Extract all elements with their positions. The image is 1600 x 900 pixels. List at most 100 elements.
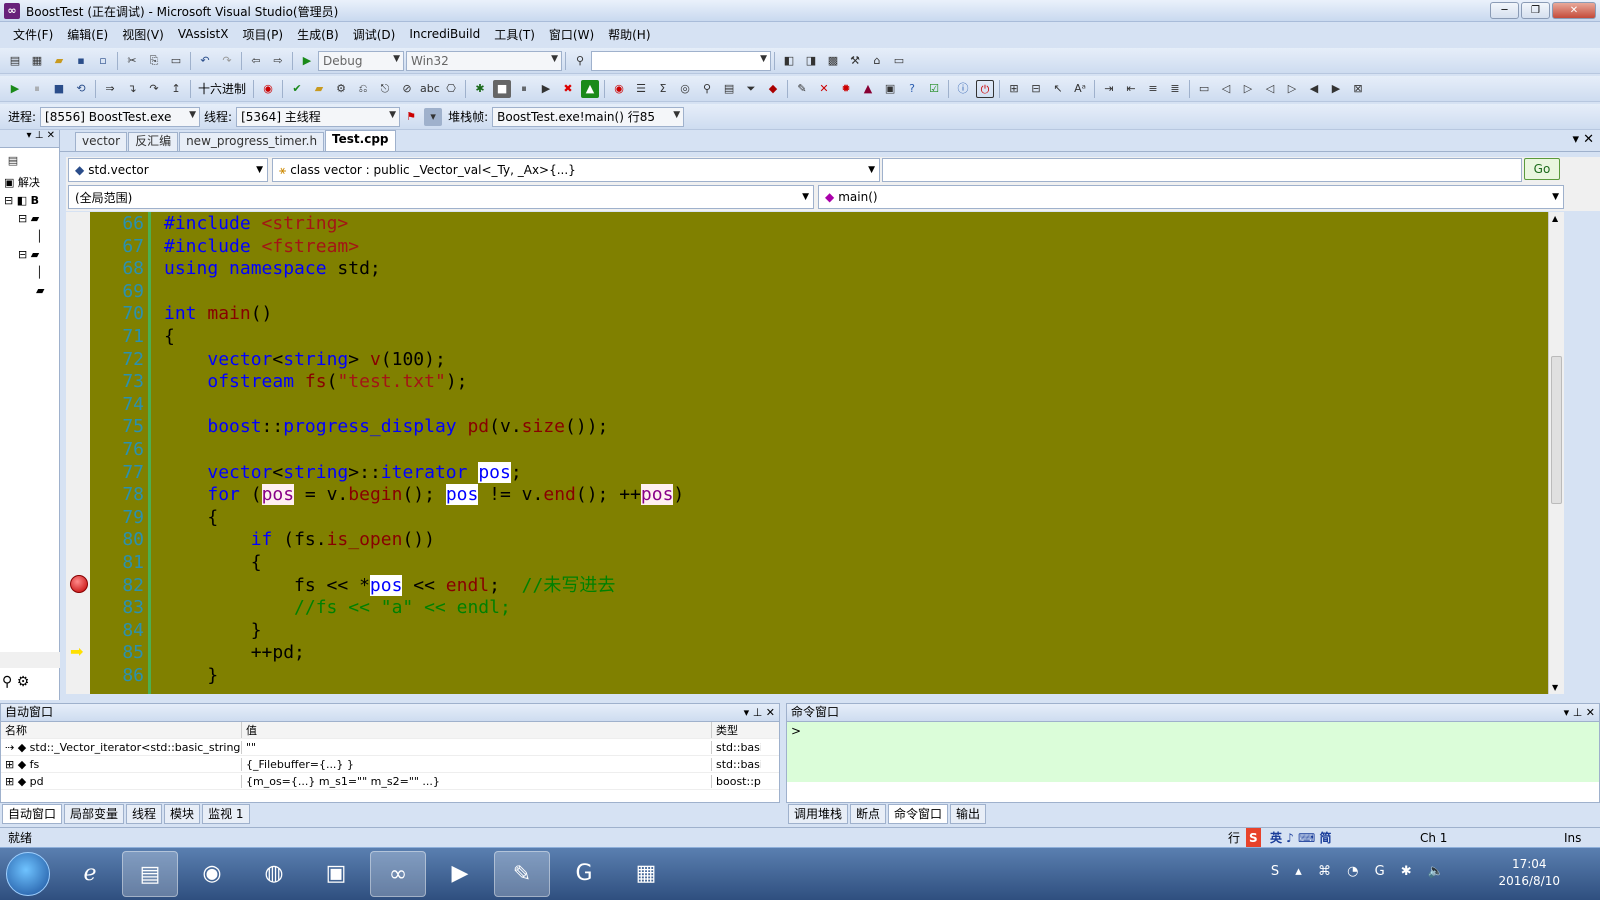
menu-edit[interactable]: 编辑(E) bbox=[60, 26, 115, 43]
object-browser-icon[interactable]: ▩ bbox=[824, 52, 842, 70]
stop-debug-icon[interactable]: ■ bbox=[50, 80, 68, 98]
folder-node-3[interactable]: ▰ bbox=[4, 282, 59, 300]
tab-breakpoints[interactable]: 断点 bbox=[850, 804, 887, 824]
code-line[interactable]: vector<string> v(100); bbox=[164, 349, 445, 371]
maximize-button[interactable]: ❐ bbox=[1521, 2, 1550, 19]
menu-project[interactable]: 项目(P) bbox=[235, 26, 290, 43]
tool-icon-1[interactable]: ◉ bbox=[610, 80, 628, 98]
menu-view[interactable]: 视图(V) bbox=[115, 26, 171, 43]
step-into-icon[interactable]: ↴ bbox=[123, 80, 141, 98]
breakpoint-gutter[interactable] bbox=[66, 212, 90, 694]
code-line[interactable]: for (pos = v.begin(); pos != v.end(); ++… bbox=[164, 484, 684, 506]
wand-icon[interactable]: ✎ bbox=[793, 80, 811, 98]
close-x-icon[interactable]: ✕ bbox=[815, 80, 833, 98]
menu-tools[interactable]: 工具(T) bbox=[487, 26, 542, 43]
tab-locals[interactable]: 局部变量 bbox=[64, 804, 125, 824]
tab-command-window[interactable]: 命令窗口 bbox=[888, 804, 949, 824]
va-icon-3[interactable]: ⚙ bbox=[332, 80, 350, 98]
menu-build[interactable]: 生成(B) bbox=[290, 26, 346, 43]
window-icon[interactable]: ▣ bbox=[881, 80, 899, 98]
paste-icon[interactable]: ▭ bbox=[167, 52, 185, 70]
computer-icon[interactable]: ▣ bbox=[308, 851, 364, 897]
bookmark-icon-2[interactable]: ◁ bbox=[1217, 80, 1235, 98]
incredibuild-cancel-icon[interactable]: ✖ bbox=[559, 80, 577, 98]
code-line[interactable]: #include <fstream> bbox=[164, 236, 359, 258]
va-icon-5[interactable]: ⎋ bbox=[376, 80, 394, 98]
warning-icon[interactable]: ▲ bbox=[859, 80, 877, 98]
process-select[interactable]: [8556] BoostTest.exe ▼ bbox=[40, 106, 201, 127]
break-all-icon[interactable]: ⏸ bbox=[28, 80, 46, 98]
show-next-statement-icon[interactable]: ⇒ bbox=[101, 80, 119, 98]
start-page-icon[interactable]: ⌂ bbox=[868, 52, 886, 70]
breakpoints-window-icon[interactable]: ◉ bbox=[259, 80, 277, 98]
folder-node-1[interactable]: ⊟ ▰ bbox=[4, 210, 59, 228]
properties-small-icon[interactable]: ▤ bbox=[4, 152, 22, 170]
navigate-forward-icon[interactable]: ⇨ bbox=[269, 52, 287, 70]
col-value[interactable]: 值 bbox=[241, 722, 711, 738]
bookmark-icon-6[interactable]: ◀ bbox=[1305, 80, 1323, 98]
stack-frame-select[interactable]: BoostTest.exe!main() 行85 ▼ bbox=[492, 106, 685, 127]
undo-icon[interactable]: ↶ bbox=[196, 52, 214, 70]
va-icon-1[interactable]: ✔ bbox=[288, 80, 306, 98]
bookmark-icon-1[interactable]: ▭ bbox=[1195, 80, 1213, 98]
tool-icon-3[interactable]: Σ bbox=[654, 80, 672, 98]
system-tray[interactable]: S ▴ ⌘ ◔ G ✱ 🔈 bbox=[1271, 864, 1450, 879]
code-line[interactable]: ++pd; bbox=[164, 642, 305, 664]
open-file-icon[interactable]: ▰ bbox=[50, 52, 68, 70]
incredibuild-pause-icon[interactable]: ⏸ bbox=[515, 80, 533, 98]
book-icon[interactable]: ◆ bbox=[764, 80, 782, 98]
tab-new-progress-timer[interactable]: new_progress_timer.h bbox=[179, 132, 325, 151]
redo-icon[interactable]: ↷ bbox=[218, 52, 236, 70]
folder-node-2[interactable]: ⊟ ▰ bbox=[4, 246, 59, 264]
code-line[interactable]: } bbox=[164, 620, 262, 642]
menu-incredibuild[interactable]: IncrediBuild bbox=[402, 27, 487, 41]
code-line[interactable]: vector<string>::iterator pos; bbox=[164, 461, 522, 484]
filter-icon[interactable]: ⏷ bbox=[742, 80, 760, 98]
restart-icon[interactable]: ⟲ bbox=[72, 80, 90, 98]
command-input-area[interactable]: > bbox=[787, 722, 1599, 782]
table-row[interactable]: ⊞ ◆ fs {_Filebuffer={...} } std::basic bbox=[1, 756, 779, 773]
flag-icon[interactable]: ⚑ bbox=[402, 108, 420, 126]
menu-vassistx[interactable]: VAssistX bbox=[171, 27, 236, 41]
comment-icon[interactable]: ≡ bbox=[1144, 80, 1162, 98]
incredibuild-play-icon[interactable]: ▶ bbox=[537, 80, 555, 98]
chrome-icon[interactable]: ◉ bbox=[184, 851, 240, 897]
start-debug-icon[interactable]: ▶ bbox=[298, 52, 316, 70]
go-button[interactable]: Go bbox=[1524, 158, 1560, 180]
editor-vscroll[interactable]: ▲ ▼ bbox=[1548, 212, 1564, 694]
tab-disassembly[interactable]: 反汇编 bbox=[128, 132, 179, 151]
table-row[interactable]: ⊞ ◆ pd {m_os={...} m_s1="" m_s2="" ...} … bbox=[1, 773, 779, 790]
help-icon[interactable]: ? bbox=[903, 80, 921, 98]
tab-watch1[interactable]: 监视 1 bbox=[202, 804, 250, 824]
power-icon[interactable]: ⏻ bbox=[976, 79, 995, 98]
tab-vector[interactable]: vector bbox=[75, 132, 128, 151]
tool-icon-6[interactable]: ▤ bbox=[720, 80, 738, 98]
table-row[interactable]: ⇢ ◆ std::_Vector_iterator<std::basic_str… bbox=[1, 739, 779, 756]
pointer-icon[interactable]: ↖ bbox=[1049, 80, 1067, 98]
cut-icon[interactable]: ✂ bbox=[123, 52, 141, 70]
font-icon[interactable]: Aᵃ bbox=[1071, 80, 1089, 98]
minimize-button[interactable]: ─ bbox=[1490, 2, 1519, 19]
more-windows-icon[interactable]: ▭ bbox=[890, 52, 908, 70]
thread-filter-icon[interactable]: ▾ bbox=[424, 107, 443, 126]
new-project-icon[interactable]: ▤ bbox=[6, 52, 24, 70]
incredibuild-build-icon[interactable]: ✱ bbox=[471, 80, 489, 98]
tool-icon-5[interactable]: ⚲ bbox=[698, 80, 716, 98]
project-node[interactable]: ⊟ ◧ B bbox=[4, 192, 59, 210]
va-find-field[interactable] bbox=[882, 158, 1522, 182]
find-combo[interactable]: ▼ bbox=[591, 50, 771, 71]
code-line[interactable]: { bbox=[164, 507, 218, 529]
code-line[interactable]: boost::progress_display pd(v.size()); bbox=[164, 416, 608, 438]
taskbar-clock[interactable]: 17:04 2016/8/10 bbox=[1498, 856, 1560, 890]
copy-icon[interactable]: ⎘ bbox=[145, 52, 163, 70]
breakpoint-icon[interactable] bbox=[70, 575, 88, 593]
visual-studio-icon[interactable]: ∞ bbox=[370, 851, 426, 897]
close-button[interactable]: ✕ bbox=[1552, 2, 1596, 19]
va-icon-4[interactable]: ⎌ bbox=[354, 80, 372, 98]
ie-icon[interactable]: ℯ bbox=[62, 851, 118, 897]
solution-explorer-icon[interactable]: ◧ bbox=[780, 52, 798, 70]
media-player-icon[interactable]: ▶ bbox=[432, 851, 488, 897]
ime-status[interactable]: 英 ♪ ⌨ 简 bbox=[1270, 828, 1332, 848]
properties-icon[interactable]: ◨ bbox=[802, 52, 820, 70]
hex-display-toggle[interactable]: 十六进制 bbox=[198, 80, 246, 97]
